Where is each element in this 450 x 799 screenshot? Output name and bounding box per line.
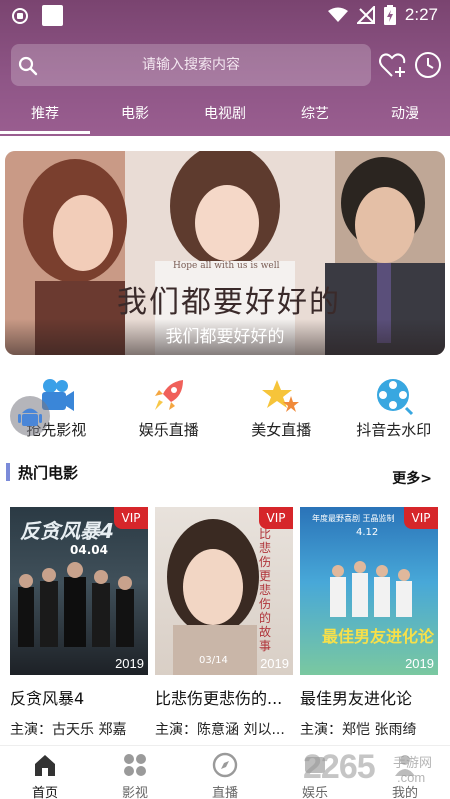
tab-anime[interactable]: 动漫 (360, 96, 450, 136)
notification-icon (42, 5, 63, 26)
history-clock-icon[interactable] (413, 50, 443, 80)
nav-video[interactable]: 影视 (90, 746, 180, 799)
movie-poster: 年度最野喜剧 王晶监制 4.12 最佳男友进化论 VIP 2019 (300, 507, 438, 675)
android-icon (18, 408, 42, 426)
shortcut-ent-live[interactable]: 娱乐直播 (113, 372, 226, 442)
shortcut-label: 娱乐直播 (138, 421, 199, 439)
search-placeholder: 请输入搜索内容 (142, 57, 240, 73)
watermark-number: 2265 (303, 748, 376, 786)
category-tabs: 推荐 电影 电视剧 综艺 动漫 (0, 96, 450, 136)
poster-figures (330, 561, 412, 617)
tab-variety[interactable]: 综艺 (270, 96, 360, 136)
favorite-add-icon[interactable] (378, 50, 408, 80)
nav-label: 首页 (31, 786, 58, 799)
movie-year: 2019 (260, 656, 289, 671)
status-bar: 2:27 (0, 0, 450, 32)
movie-cast: 主演：郑恺 张雨绮 (300, 722, 417, 738)
shortcut-beauty-live[interactable]: 美女直播 (225, 372, 338, 442)
poster-date-text: 03/14 (199, 655, 228, 666)
nav-live[interactable]: 直播 (180, 746, 270, 799)
section-accent-bar (6, 463, 10, 481)
home-icon (35, 755, 55, 776)
site-watermark: 2265 手游网 .com (303, 742, 448, 798)
vip-badge: VIP (259, 507, 293, 529)
movie-poster: 反贪风暴4 04.04 VIP 2019 (10, 507, 148, 675)
movie-title: 比悲伤更悲伤的... (155, 689, 283, 708)
clock-time: 2:27 (404, 5, 438, 24)
wifi-icon (327, 7, 348, 22)
featured-banner[interactable]: 我们都要好好的 Hope all with us is well 我们都要好好的 (5, 151, 445, 355)
vip-badge: VIP (404, 507, 438, 529)
battery-icon (383, 5, 396, 25)
movie-poster: 比悲伤更悲伤的故事 03/14 VIP 2019 (155, 507, 293, 675)
movie-title: 反贪风暴4 (10, 689, 85, 708)
tab-tv[interactable]: 电视剧 (180, 96, 270, 136)
movie-title: 最佳男友进化论 (300, 689, 413, 708)
stars-icon (262, 380, 300, 412)
movie-card[interactable]: 年度最野喜剧 王晶监制 4.12 最佳男友进化论 VIP 2019 最佳男友进化… (300, 507, 438, 739)
shortcut-watermark-remover[interactable]: 抖音去水印 (338, 372, 450, 442)
movie-card[interactable]: 反贪风暴4 04.04 VIP 2019 反贪风暴4 主演：古天乐 郑嘉 (10, 507, 148, 739)
watermark-subtitle: 手游网 (393, 756, 433, 771)
poster-title-text: 比悲伤更悲伤的故事 (259, 527, 272, 653)
shortcut-row: 抢先影视 娱乐直播 美女直播 抖音去水印 (0, 372, 450, 442)
grid-icon (124, 754, 146, 776)
shortcut-label: 抖音去水印 (356, 421, 432, 439)
banner-title: 我们都要好好的 (117, 285, 341, 320)
watermark-domain: .com (397, 770, 426, 785)
search-input[interactable]: 请输入搜索内容 (11, 44, 371, 86)
nav-home[interactable]: 首页 (0, 746, 90, 799)
movie-card[interactable]: 比悲伤更悲伤的故事 03/14 VIP 2019 比悲伤更悲伤的... 主演：陈… (155, 507, 293, 739)
film-reel-icon (376, 379, 413, 416)
tab-recommend[interactable]: 推荐 (0, 96, 90, 136)
movie-cast: 主演：古天乐 郑嘉 (10, 722, 127, 738)
tab-movies[interactable]: 电影 (90, 96, 180, 136)
more-link[interactable]: 更多> (392, 468, 432, 488)
nav-label: 直播 (211, 786, 238, 799)
poster-title-text: 最佳男友进化论 (322, 627, 435, 646)
movie-year: 2019 (405, 656, 434, 671)
rocket-icon (154, 380, 183, 410)
app-header: 2:27 请输入搜索内容 推荐 电影 电视剧 综艺 动漫 (0, 0, 450, 136)
movie-cast: 主演：陈意涵 刘以... (155, 722, 285, 738)
shield-icon (12, 8, 28, 24)
floating-android-button[interactable] (10, 396, 50, 436)
compass-icon (212, 752, 238, 778)
banner-caption: 我们都要好好的 (5, 319, 445, 355)
status-icons: 2:27 (327, 5, 438, 25)
shortcut-label: 美女直播 (251, 421, 312, 439)
banner-subtitle-en: Hope all with us is well (173, 261, 280, 271)
section-title: 热门电影 (18, 464, 79, 482)
vip-badge: VIP (114, 507, 148, 529)
no-signal-icon (356, 6, 375, 24)
movie-year: 2019 (115, 656, 144, 671)
poster-figures (18, 562, 134, 647)
nav-label: 影视 (121, 786, 148, 799)
